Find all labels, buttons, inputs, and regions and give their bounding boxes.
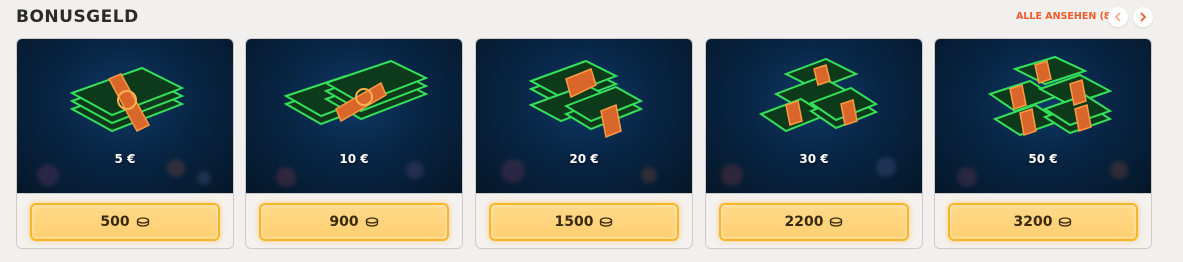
buy-button[interactable]: 900 (259, 203, 449, 241)
price-label: 3200 (1013, 214, 1053, 230)
carousel-next-button[interactable] (1133, 7, 1153, 27)
card-image: 20 € (476, 39, 692, 194)
money-pile-icon (758, 57, 879, 133)
coin-stack-icon (365, 217, 379, 227)
bonus-amount: 10 € (339, 152, 369, 166)
coin-stack-icon (1058, 217, 1072, 227)
large-money-pile-icon (987, 55, 1113, 137)
price-label: 2200 (784, 214, 824, 230)
see-all-link[interactable]: ALLE ANSEHEN (8) (1016, 11, 1115, 22)
card-image: 50 € (935, 39, 1151, 194)
chevron-right-icon (1140, 12, 1146, 22)
bonus-card[interactable]: 5 € 500 (16, 38, 234, 249)
coin-stack-icon (136, 217, 150, 227)
chevron-left-icon (1115, 12, 1121, 22)
buy-button[interactable]: 3200 (948, 203, 1138, 241)
single-money-stack-icon (69, 66, 185, 133)
card-image: 30 € (706, 39, 922, 194)
bonus-card[interactable]: 30 € 2200 (705, 38, 923, 249)
bonus-card[interactable]: 20 € 1500 (475, 38, 693, 249)
coin-stack-icon (829, 217, 843, 227)
bonus-amount: 50 € (1028, 152, 1058, 166)
coin-stack-icon (599, 217, 613, 227)
card-image: 5 € (17, 39, 233, 194)
bonus-card[interactable]: 10 € 900 (245, 38, 463, 249)
section-header: BONUSGELD ALLE ANSEHEN (8) (0, 0, 1183, 36)
triple-money-stack-icon (528, 59, 644, 139)
price-label: 500 (100, 214, 130, 230)
bonus-card[interactable]: 50 € 3200 (934, 38, 1152, 249)
bonus-amount: 5 € (114, 152, 136, 166)
buy-button[interactable]: 500 (30, 203, 220, 241)
buy-button[interactable]: 1500 (489, 203, 679, 241)
carousel-prev-button[interactable] (1108, 7, 1128, 27)
buy-button[interactable]: 2200 (719, 203, 909, 241)
bonus-amount: 20 € (569, 152, 599, 166)
price-label: 900 (329, 214, 359, 230)
section-title: BONUSGELD (16, 7, 139, 27)
double-money-stack-icon (283, 59, 429, 126)
price-label: 1500 (554, 214, 594, 230)
card-image: 10 € (246, 39, 462, 194)
bonus-amount: 30 € (799, 152, 829, 166)
